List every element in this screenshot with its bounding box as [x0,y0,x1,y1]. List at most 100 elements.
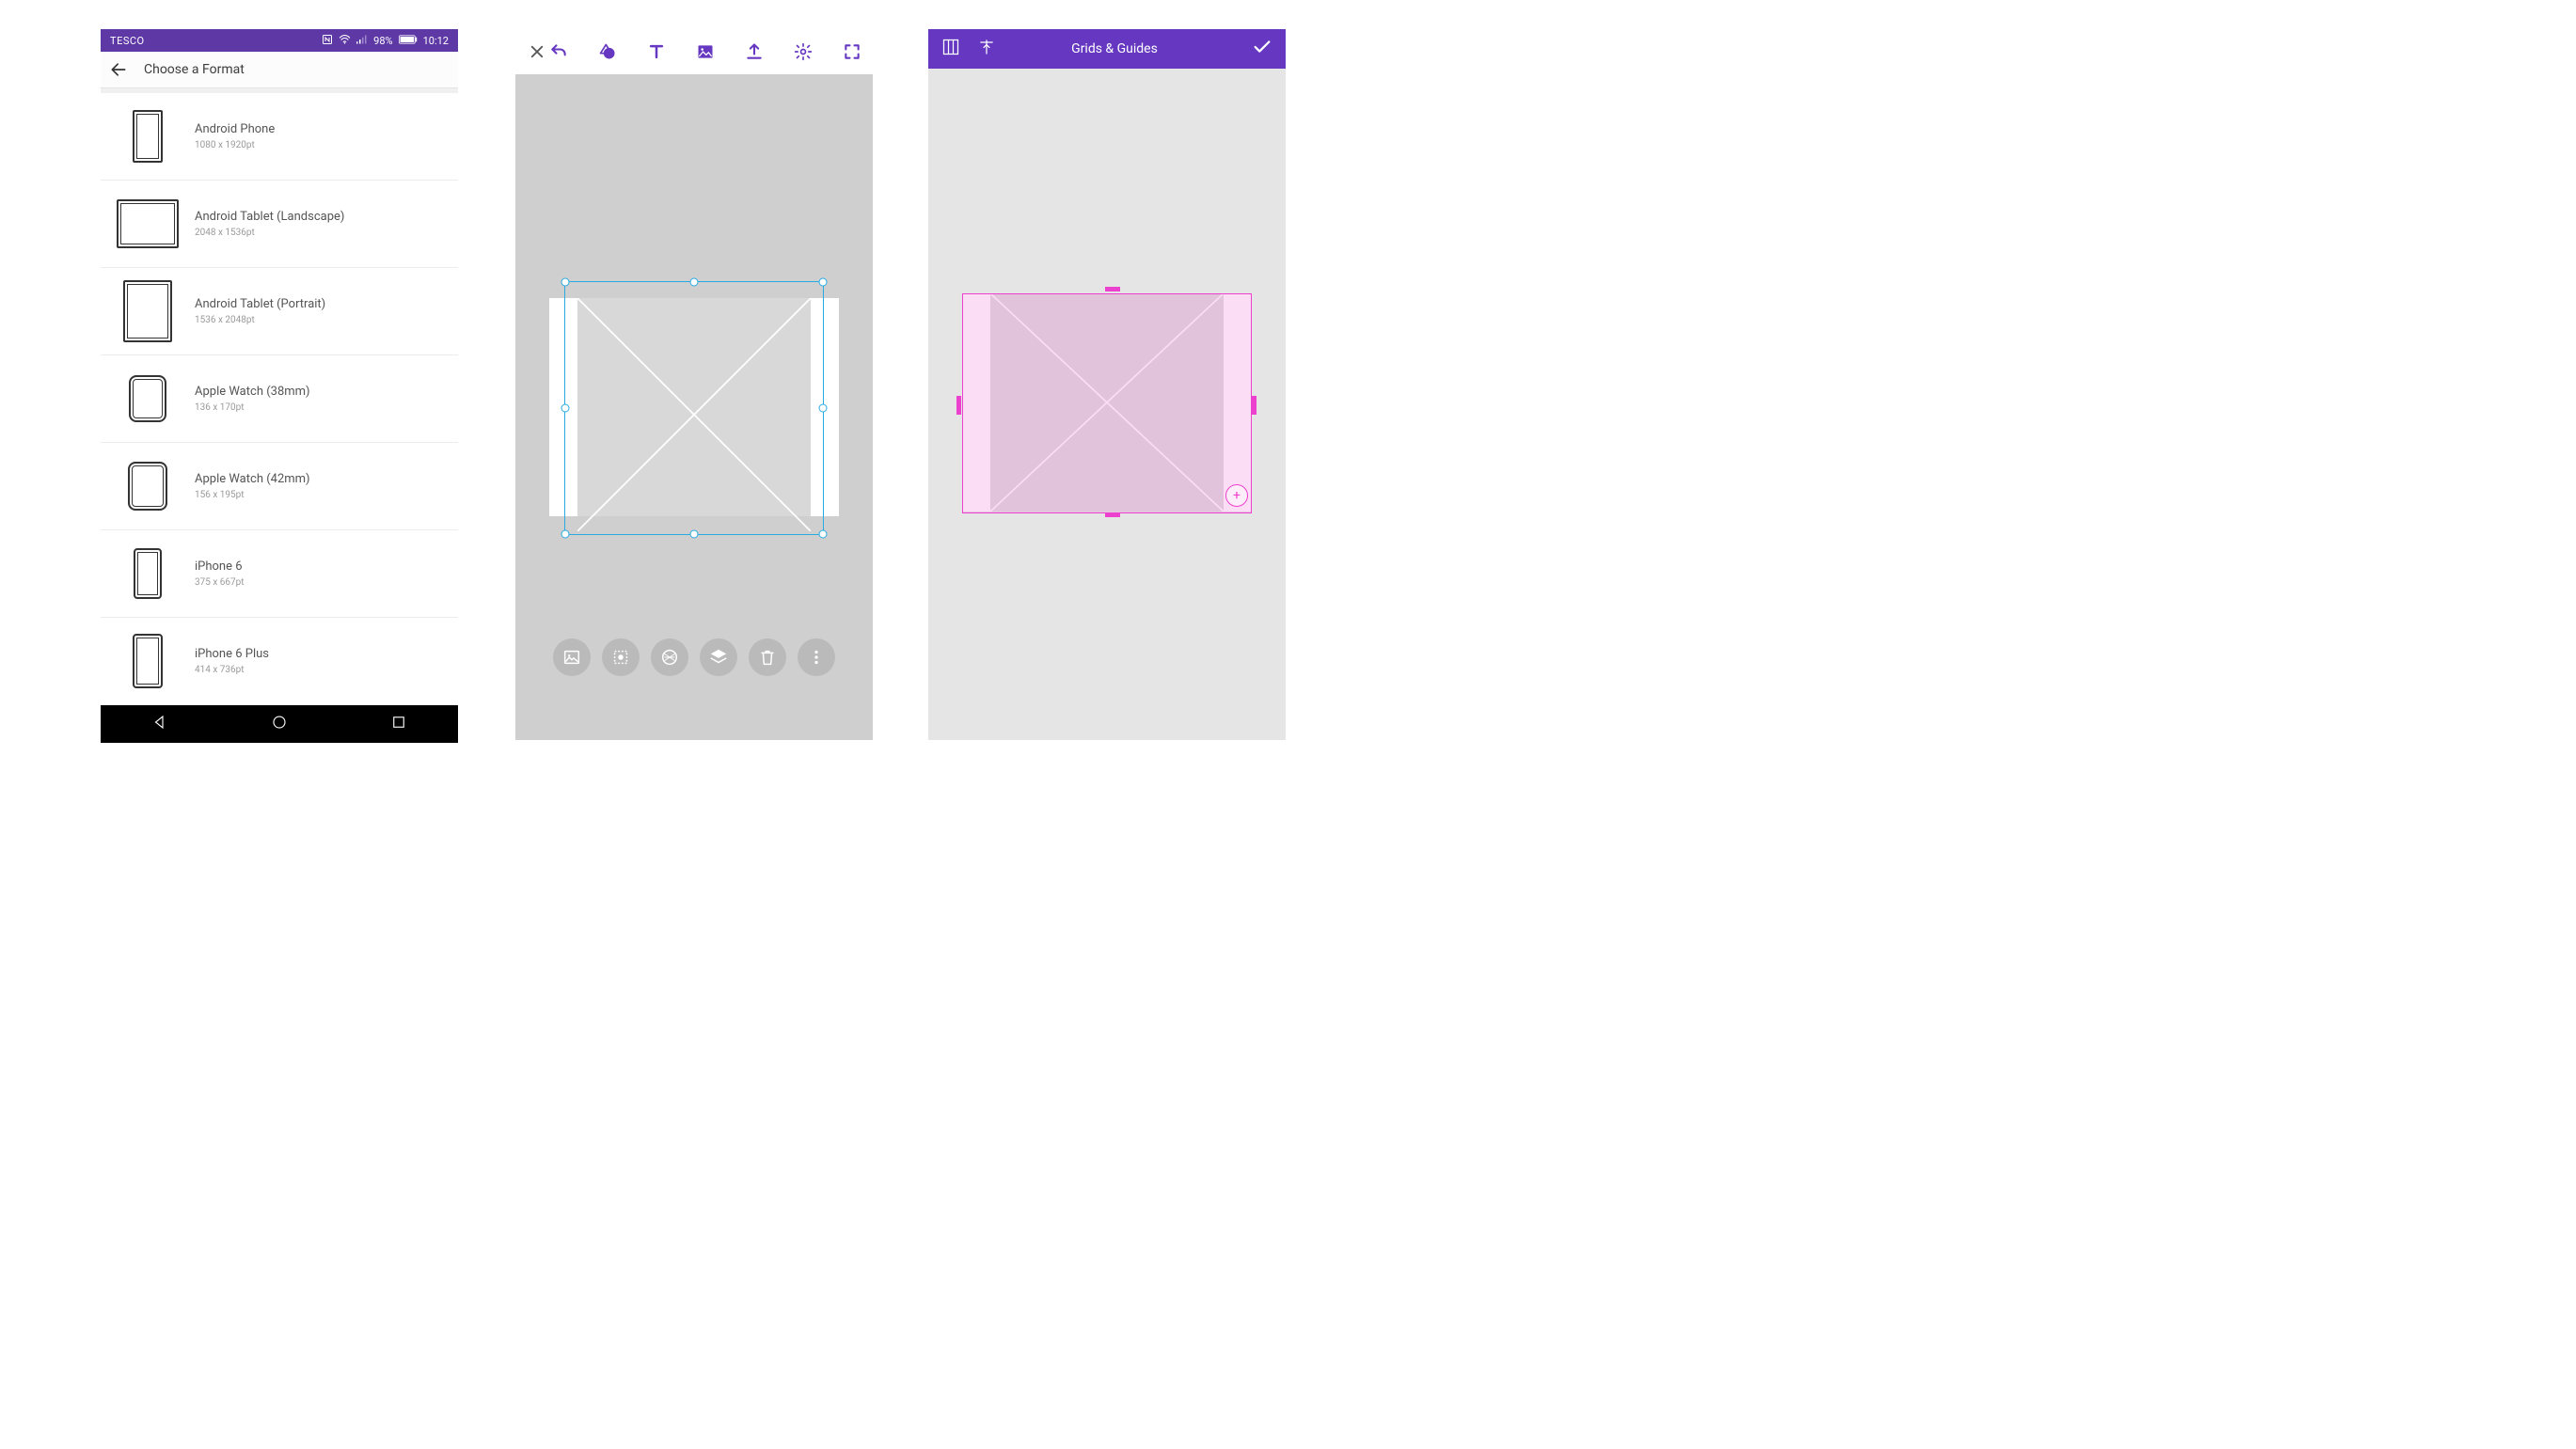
format-name: iPhone 6 Plus [195,647,269,661]
pattern-icon [659,647,680,668]
device-thumbnail-icon [114,452,182,520]
handle-ne[interactable] [819,278,828,287]
format-row[interactable]: Android Tablet (Landscape)2048 x 1536pt [101,181,458,268]
confirm-button[interactable] [1252,37,1272,61]
status-bar: TESCO 98% 10:12 [101,29,458,52]
guides-icon [977,38,996,56]
format-name: Android Phone [195,122,275,136]
grid-toggle-button[interactable] [941,38,960,60]
undo-icon [549,42,568,61]
grid-icon [941,38,960,56]
nav-recent[interactable] [390,714,407,734]
format-row[interactable]: Android Tablet (Portrait) 1536 x 2048pt [101,268,458,355]
settings-icon [794,42,813,61]
grids-canvas[interactable]: + [928,69,1286,740]
format-row[interactable]: iPhone 6 375 x 667pt [101,530,458,618]
layers-icon [708,647,729,668]
device-thumbnail-icon [114,540,182,607]
format-row[interactable]: Android Phone 1080 x 1920pt [101,93,458,181]
device-thumbnail-icon [114,277,182,345]
editor-canvas[interactable] [515,74,873,684]
status-icons-group: 98% 10:12 [322,34,449,48]
android-nav-bar [101,705,458,743]
check-icon [1252,37,1272,57]
upload-icon [745,42,764,61]
image-button[interactable] [692,39,719,65]
editor-screen [515,29,873,740]
select-all-icon [610,647,631,668]
format-dimensions: 1536 x 2048pt [195,315,325,325]
image-placeholder[interactable] [577,298,811,516]
handle-nw[interactable] [561,278,570,287]
circle-home-icon [271,714,288,731]
image-icon [696,42,715,61]
format-dimensions: 375 x 667pt [195,577,245,588]
close-button[interactable] [529,39,545,65]
close-icon [529,43,545,60]
arrow-left-icon [109,60,128,79]
fullscreen-button[interactable] [839,39,865,65]
handle-n[interactable] [690,278,699,287]
nav-home[interactable] [271,714,288,734]
guide-left[interactable] [956,396,961,415]
nav-back[interactable] [151,714,168,734]
status-time: 10:12 [423,35,449,47]
guide-bottom[interactable] [1105,512,1120,517]
format-name: Android Tablet (Portrait) [195,297,325,311]
grids-header: Grids & Guides [928,29,1286,69]
trash-button[interactable] [749,638,786,676]
layers-button[interactable] [700,638,737,676]
battery-icon [399,35,418,47]
shape-button[interactable] [594,39,621,65]
pattern-button[interactable] [651,638,688,676]
format-list[interactable]: Android Phone 1080 x 1920pt Android Tablet… [101,88,458,705]
grids-header-title: Grids & Guides [996,41,1233,56]
image-button[interactable] [553,638,591,676]
device-thumbnail-icon [114,627,182,695]
guide-right[interactable] [1252,396,1256,415]
fullscreen-icon [843,42,861,61]
handle-sw[interactable] [561,530,570,539]
page-title: Choose a Format [144,62,245,77]
format-picker-screen: TESCO 98% 10:12 [101,29,458,740]
device-thumbnail-icon [114,190,182,258]
shape-icon [598,42,617,61]
back-button[interactable] [106,57,131,82]
settings-button[interactable] [790,39,816,65]
page-header: Choose a Format [101,52,458,88]
image-icon [561,647,582,668]
nfc-icon [322,34,333,48]
format-dimensions: 1080 x 1920pt [195,140,275,150]
format-name: Apple Watch (42mm) [195,472,310,486]
format-row[interactable]: Apple Watch (42mm)156 x 195pt [101,443,458,530]
placeholder-x-icon [577,298,811,531]
text-button[interactable] [643,39,670,65]
triangle-back-icon [151,714,168,731]
square-recent-icon [390,714,407,731]
more-icon [806,647,827,668]
device-thumbnail-icon [114,102,182,170]
format-dimensions: 136 x 170pt [195,402,310,413]
select-all-button[interactable] [602,638,640,676]
signal-icon [356,35,368,47]
format-row[interactable]: iPhone 6 Plus 414 x 736pt [101,618,458,705]
wifi-icon [339,35,351,47]
handle-se[interactable] [819,530,828,539]
more-button[interactable] [798,638,835,676]
guides-toggle-button[interactable] [977,38,996,60]
format-dimensions: 2048 x 1536pt [195,228,344,238]
format-name: Apple Watch (38mm) [195,385,310,399]
battery-percent: 98% [373,35,392,47]
format-row[interactable]: Apple Watch (38mm) 136 x 170pt [101,355,458,443]
text-icon [647,42,666,61]
bottom-tool-row [515,638,873,676]
plus-icon: + [1233,488,1241,503]
guide-overlay[interactable] [962,293,1252,513]
guide-top[interactable] [1105,287,1120,291]
format-dimensions: 414 x 736pt [195,665,269,675]
undo-button[interactable] [545,39,572,65]
upload-button[interactable] [741,39,767,65]
format-name: iPhone 6 [195,559,245,574]
trash-icon [757,647,778,668]
add-guide-button[interactable]: + [1225,484,1248,507]
